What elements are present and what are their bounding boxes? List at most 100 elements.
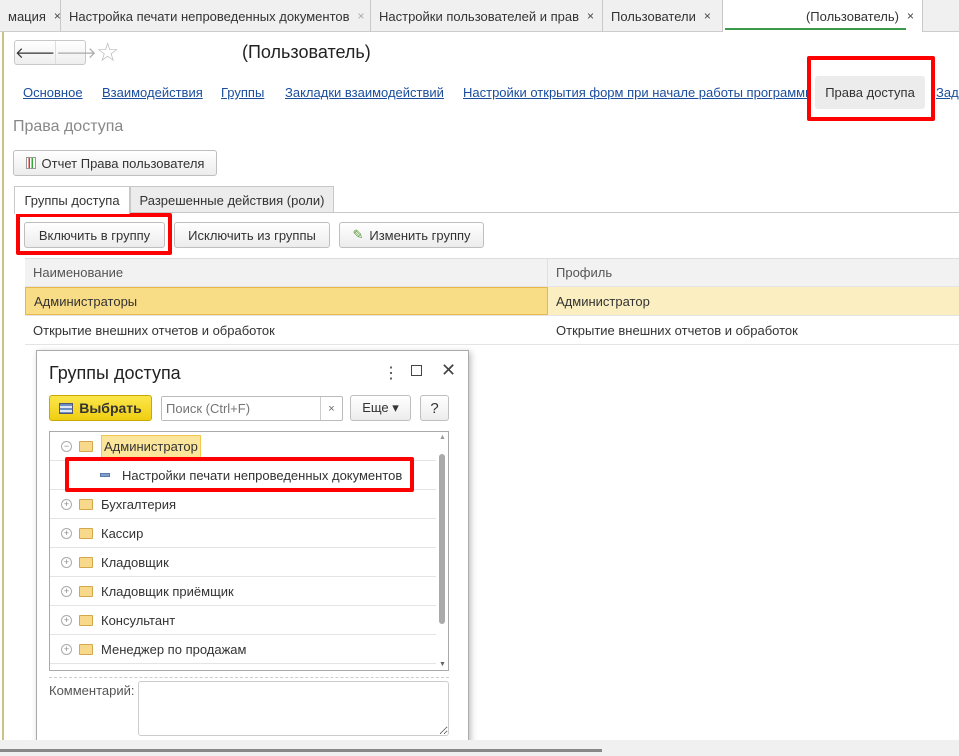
highlight-box	[807, 56, 935, 121]
tab-label: Пользователи	[611, 8, 696, 24]
folder-icon	[79, 498, 93, 510]
tab-users[interactable]: Пользователи ×	[603, 0, 723, 32]
close-icon[interactable]: ×	[587, 9, 594, 23]
column-header-profile[interactable]: Профиль	[548, 259, 612, 286]
button-label: Изменить группу	[369, 227, 471, 243]
tree-scrollbar[interactable]: ▲ ▼	[438, 432, 448, 670]
tree-item-label: Консультант	[101, 612, 176, 628]
tab-label: мация	[8, 8, 46, 24]
table-header: Наименование Профиль	[25, 258, 959, 287]
close-icon[interactable]: ×	[704, 9, 711, 23]
more-menu-icon[interactable]: ⋮	[383, 363, 399, 383]
tree-item-label: Менеджер по продажам	[101, 641, 247, 657]
tree-item[interactable]: + Бухгалтерия	[50, 490, 436, 519]
divider	[49, 677, 449, 678]
tree-item-label: Кладовщик	[101, 554, 169, 570]
search-input[interactable]	[162, 397, 320, 420]
expand-icon[interactable]: +	[61, 556, 72, 568]
table-row[interactable]: Открытие внешних отчетов и обработок Откр…	[25, 316, 959, 345]
page-title: (Пользователь)	[242, 42, 371, 62]
link-more[interactable]: Зад	[936, 85, 959, 100]
tab-allowed-actions[interactable]: Разрешенные действия (роли)	[130, 186, 334, 213]
report-button[interactable]: Отчет Права пользователя	[13, 150, 217, 176]
tree-item[interactable]: + Кладовщик	[50, 548, 436, 577]
cell-profile[interactable]: Администратор	[548, 287, 650, 315]
search-field: ×	[161, 396, 343, 421]
link-groups[interactable]: Группы	[221, 85, 264, 100]
link-main[interactable]: Основное	[23, 85, 83, 100]
scrollbar-thumb[interactable]	[439, 454, 445, 624]
tree-item-label: Бухгалтерия	[101, 496, 177, 512]
folder-icon	[79, 643, 93, 655]
expand-icon[interactable]: +	[61, 498, 72, 510]
horizontal-scrollbar[interactable]	[0, 740, 959, 756]
pencil-icon: ✎	[352, 227, 364, 242]
folder-icon	[79, 585, 93, 597]
tree-item-label: Кассир	[101, 525, 144, 541]
access-groups-table: Наименование Профиль Администраторы Админи…	[25, 258, 959, 345]
comment-label: Комментарий:	[49, 683, 135, 698]
close-icon[interactable]: ×	[358, 9, 365, 23]
forward-button[interactable]: 🡒	[55, 41, 96, 64]
report-icon	[25, 157, 36, 169]
maximize-icon[interactable]	[411, 365, 422, 376]
more-button[interactable]: Еще ▾	[350, 395, 411, 421]
table-row[interactable]: Администраторы Администратор	[25, 287, 959, 316]
dialog-title: Группы доступа	[49, 363, 181, 383]
section-title: Права доступа	[13, 118, 124, 135]
tree-item-label: Администратор	[101, 434, 201, 458]
close-icon[interactable]: ×	[54, 9, 60, 23]
tree-item[interactable]: + Кладовщик приёмщик	[50, 577, 436, 606]
edit-group-button[interactable]: ✎ Изменить группу	[339, 222, 484, 248]
close-icon[interactable]: ✕	[441, 360, 456, 381]
folder-icon	[79, 614, 93, 626]
link-bookmarks[interactable]: Закладки взаимодействий	[285, 85, 444, 100]
select-button[interactable]: Выбрать	[49, 395, 152, 421]
expand-icon[interactable]: +	[61, 643, 72, 655]
scrollbar-thumb[interactable]	[0, 749, 602, 752]
comment-field[interactable]	[138, 681, 449, 736]
select-icon	[59, 402, 74, 414]
nav-buttons: 🡐 🡒	[14, 40, 96, 65]
scroll-up-icon[interactable]: ▲	[439, 434, 446, 441]
highlight-box	[65, 457, 414, 492]
tab-label: Настройки пользователей и прав	[379, 8, 580, 24]
tree-item-label: Кладовщик приёмщик	[101, 583, 234, 599]
link-interactions[interactable]: Взаимодействия	[102, 85, 203, 100]
tree-item[interactable]: + Менеджер по продажам	[50, 635, 436, 664]
tab-label: (Пользователь)	[805, 8, 899, 24]
favorite-star-icon[interactable]: ☆	[96, 37, 119, 68]
tab-access-groups[interactable]: Группы доступа	[14, 186, 130, 214]
expand-icon[interactable]: +	[61, 585, 72, 597]
close-icon[interactable]: ×	[907, 9, 914, 23]
highlight-box	[16, 213, 172, 255]
tab-print-settings[interactable]: Настройка печати непроведенных документо…	[61, 0, 371, 32]
access-groups-dialog: Группы доступа ⋮ ✕ Выбрать × Еще ▾ ? − Ад…	[36, 350, 469, 750]
cell-profile[interactable]: Открытие внешних отчетов и обработок	[548, 316, 798, 344]
folder-icon	[79, 556, 93, 568]
divider	[2, 32, 4, 752]
tab-info[interactable]: мация ×	[0, 0, 61, 32]
tree-item[interactable]: + Кассир	[50, 519, 436, 548]
cell-name[interactable]: Открытие внешних отчетов и обработок	[25, 316, 548, 344]
scroll-down-icon[interactable]: ▼	[439, 661, 446, 668]
tab-bar: мация × Настройка печати непроведенных до…	[0, 0, 959, 32]
expand-icon[interactable]: +	[61, 614, 72, 626]
folder-icon	[79, 440, 93, 452]
link-form-settings[interactable]: Настройки открытия форм при начале работ…	[463, 85, 807, 100]
help-button[interactable]: ?	[420, 395, 449, 421]
exclude-from-group-button[interactable]: Исключить из группы	[174, 222, 330, 248]
folder-icon	[79, 527, 93, 539]
clear-search-icon[interactable]: ×	[320, 397, 342, 420]
expand-icon[interactable]: +	[61, 527, 72, 539]
back-button[interactable]: 🡐	[15, 41, 55, 64]
tab-user[interactable]: (Пользователь) ×	[723, 0, 923, 32]
column-header-name[interactable]: Наименование	[25, 259, 548, 286]
button-label: Отчет Права пользователя	[41, 155, 205, 171]
cell-name[interactable]: Администраторы	[25, 287, 548, 315]
collapse-icon[interactable]: −	[61, 440, 72, 452]
tab-label: Настройка печати непроведенных документо…	[69, 8, 350, 24]
tab-user-settings[interactable]: Настройки пользователей и прав ×	[371, 0, 603, 32]
tree-item[interactable]: + Консультант	[50, 606, 436, 635]
button-label: Выбрать	[79, 400, 142, 416]
